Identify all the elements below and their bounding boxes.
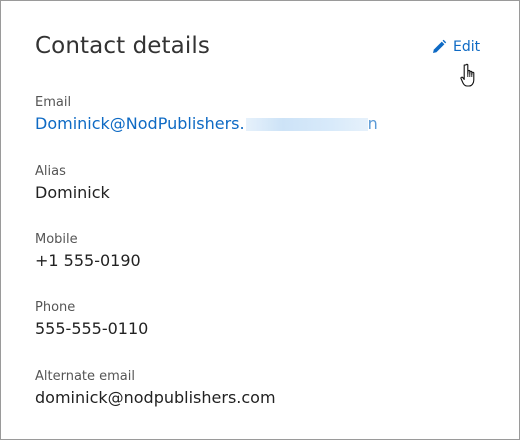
alternate-email-value: dominick@nodpublishers.com bbox=[35, 388, 276, 407]
field-mobile: Mobile +1 555-0190 bbox=[35, 232, 141, 272]
email-value-text: Dominick@NodPublishers. bbox=[35, 114, 245, 133]
field-alias: Alias Dominick bbox=[35, 164, 110, 204]
edit-button[interactable]: Edit bbox=[431, 39, 480, 55]
mobile-label: Mobile bbox=[35, 232, 78, 247]
redacted-domain bbox=[245, 118, 368, 131]
alternate-email-label: Alternate email bbox=[35, 369, 136, 384]
email-label: Email bbox=[35, 95, 72, 110]
edit-label: Edit bbox=[453, 39, 481, 55]
card-title: Contact details bbox=[35, 33, 210, 59]
mobile-value: +1 555-0190 bbox=[35, 251, 141, 270]
field-email: Email Dominick@NodPublishers. n bbox=[35, 95, 378, 135]
email-value[interactable]: Dominick@NodPublishers. n bbox=[35, 113, 378, 135]
pencil-icon bbox=[431, 39, 447, 55]
alias-value: Dominick bbox=[35, 183, 110, 202]
contact-details-card: Contact details Edit Email Dominick@NodP… bbox=[0, 0, 520, 440]
field-phone: Phone 555-555-0110 bbox=[35, 300, 148, 340]
phone-label: Phone bbox=[35, 300, 76, 315]
field-alternate-email: Alternate email dominick@nodpublishers.c… bbox=[35, 369, 276, 409]
alias-label: Alias bbox=[35, 164, 66, 179]
email-value-tail: n bbox=[367, 114, 378, 133]
hand-pointer-icon bbox=[460, 63, 480, 93]
phone-value: 555-555-0110 bbox=[35, 319, 149, 338]
